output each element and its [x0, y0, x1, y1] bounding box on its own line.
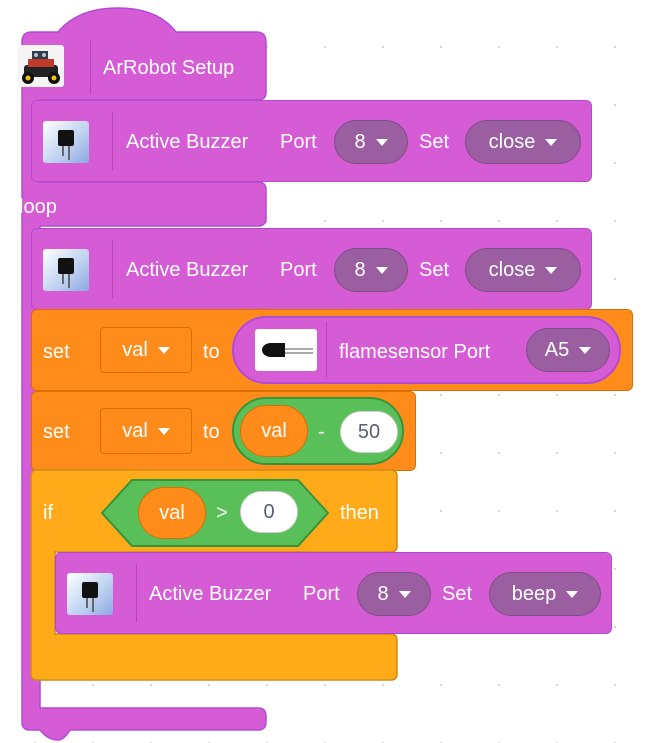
- if-label: if: [43, 502, 53, 524]
- buzzer-separator: [136, 564, 137, 622]
- port-dropdown[interactable]: 8: [357, 572, 431, 616]
- then-label: then: [340, 502, 379, 524]
- set-value: beep: [511, 582, 557, 605]
- port-value: 8: [377, 582, 389, 605]
- set-dropdown[interactable]: beep: [489, 572, 601, 616]
- set-label: Set: [442, 583, 473, 605]
- port-label: Port: [303, 583, 340, 605]
- buzzer-label: Active Buzzer: [149, 583, 272, 605]
- buzzer-icon: [67, 573, 113, 615]
- chevron-down-icon: [566, 590, 579, 598]
- chevron-down-icon: [398, 590, 411, 598]
- greater-than-symbol: >: [216, 502, 228, 524]
- val-reporter[interactable]: val: [138, 487, 206, 539]
- number-input[interactable]: 0: [240, 491, 298, 533]
